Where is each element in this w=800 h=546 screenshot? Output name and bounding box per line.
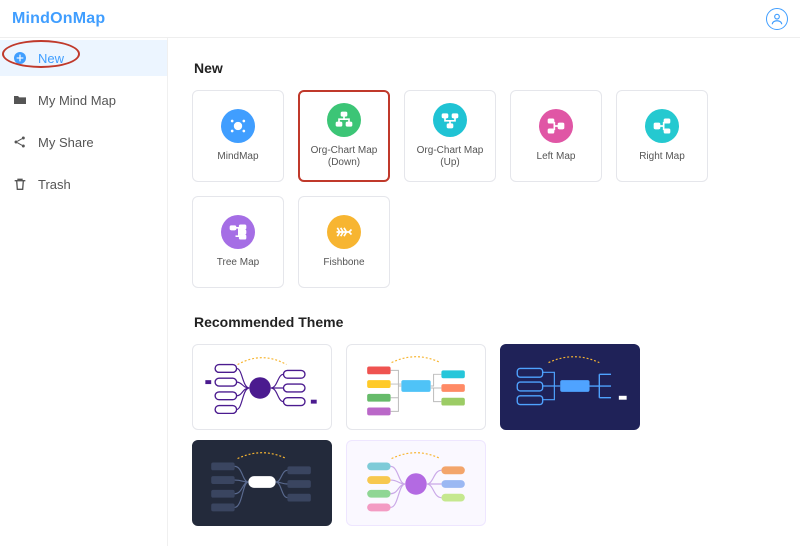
template-rightmap[interactable]: Right Map — [616, 90, 708, 182]
rightmap-icon — [645, 109, 679, 143]
template-orgchart-down[interactable]: Org-Chart Map (Down) — [298, 90, 390, 182]
plus-circle-icon — [12, 50, 28, 66]
section-title-new: New — [194, 60, 776, 76]
sidebar-item-trash[interactable]: Trash — [0, 166, 167, 202]
orgchart-up-icon — [433, 103, 467, 137]
template-label: Right Map — [635, 151, 689, 163]
template-label: Left Map — [533, 151, 580, 163]
template-leftmap[interactable]: Left Map — [510, 90, 602, 182]
fishbone-icon — [327, 215, 361, 249]
mindmap-icon — [221, 109, 255, 143]
user-account-icon[interactable] — [766, 8, 788, 30]
template-grid: MindMap Org-Chart Map (Down) Org-Chart M… — [192, 90, 776, 288]
leftmap-icon — [539, 109, 573, 143]
sidebar-item-label: My Share — [38, 135, 94, 150]
template-label: Tree Map — [213, 257, 263, 269]
template-treemap[interactable]: Tree Map — [192, 196, 284, 288]
theme-rainbow-bars[interactable] — [346, 344, 486, 430]
theme-purple-radial[interactable] — [192, 344, 332, 430]
app-header: MindOnMap — [0, 0, 800, 38]
main-content: New MindMap Org-Chart Map (Down) Org-Cha… — [168, 38, 800, 546]
app-body: New My Mind Map My Share Trash New — [0, 38, 800, 546]
template-label: Org-Chart Map (Down) — [300, 145, 388, 169]
theme-row-1 — [192, 344, 776, 430]
sidebar-item-label: New — [38, 51, 64, 66]
section-title-themes: Recommended Theme — [194, 314, 776, 330]
template-orgchart-up[interactable]: Org-Chart Map (Up) — [404, 90, 496, 182]
share-icon — [12, 134, 28, 150]
sidebar-item-new[interactable]: New — [0, 40, 167, 76]
sidebar-item-label: Trash — [38, 177, 71, 192]
treemap-icon — [221, 215, 255, 249]
template-label: Org-Chart Map (Up) — [405, 145, 495, 169]
template-label: Fishbone — [319, 257, 368, 269]
sidebar-item-myshare[interactable]: My Share — [0, 124, 167, 160]
sidebar: New My Mind Map My Share Trash — [0, 38, 168, 546]
orgchart-down-icon — [327, 103, 361, 137]
theme-navy-blue[interactable] — [500, 344, 640, 430]
theme-row-2 — [192, 440, 776, 526]
template-mindmap[interactable]: MindMap — [192, 90, 284, 182]
brand-text: MindOnMap — [12, 10, 105, 27]
theme-dark-slate[interactable] — [192, 440, 332, 526]
theme-pastel-purple[interactable] — [346, 440, 486, 526]
sidebar-item-label: My Mind Map — [38, 93, 116, 108]
brand-logo: MindOnMap — [12, 10, 105, 28]
trash-icon — [12, 176, 28, 192]
template-label: MindMap — [213, 151, 262, 163]
sidebar-item-mymindmap[interactable]: My Mind Map — [0, 82, 167, 118]
folder-icon — [12, 92, 28, 108]
template-fishbone[interactable]: Fishbone — [298, 196, 390, 288]
